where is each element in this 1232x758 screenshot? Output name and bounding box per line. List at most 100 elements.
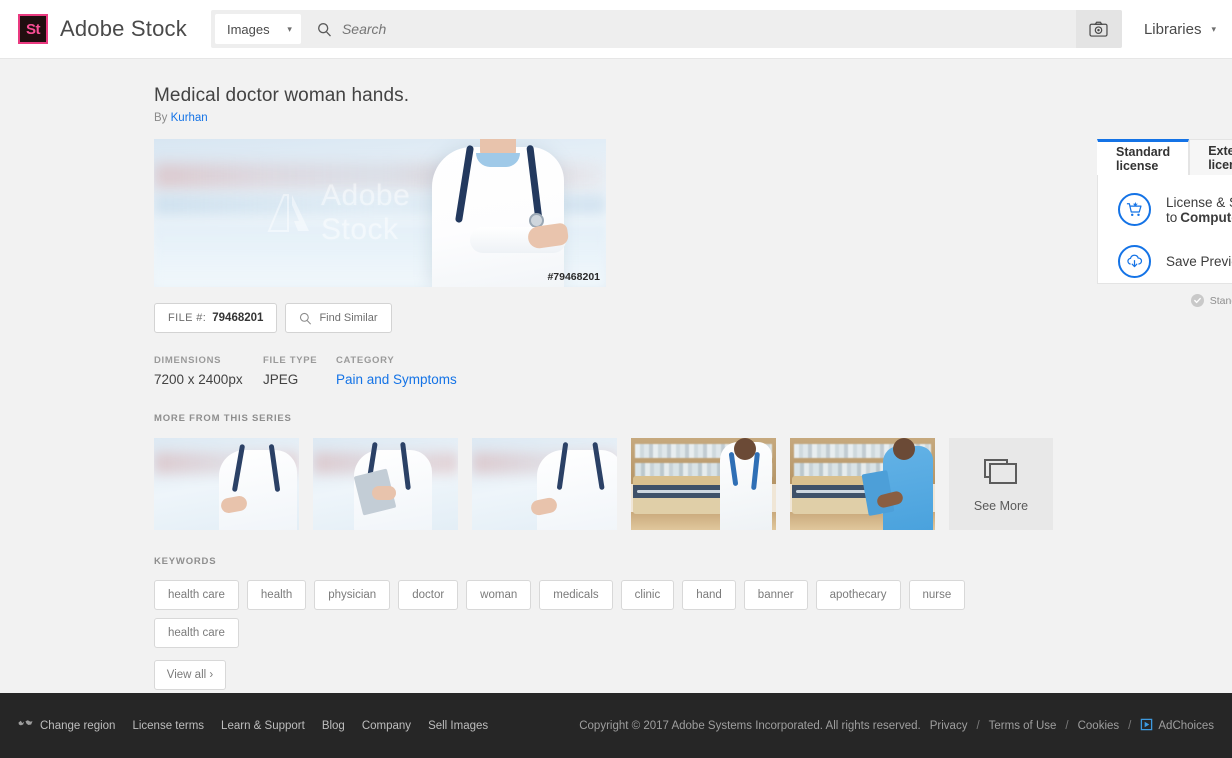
- metadata-value: 7200 x 2400px: [154, 372, 243, 387]
- page-content: Medical doctor woman hands. By Kurhan Ad…: [0, 85, 1232, 690]
- save-preview-text: Save Preview toComputer▾: [1166, 254, 1232, 269]
- stacked-windows-icon: [984, 455, 1018, 490]
- metadata-file-type: FILE TYPE JPEG: [263, 355, 336, 387]
- libraries-label: Libraries: [1143, 20, 1202, 38]
- view-all-keywords-button[interactable]: View all ›: [154, 660, 226, 690]
- keyword-chip[interactable]: health care: [154, 580, 239, 610]
- metadata-dimensions: DIMENSIONS 7200 x 2400px: [154, 355, 263, 387]
- license-note-text: Standard license: [1209, 294, 1232, 307]
- file-number-button[interactable]: FILE #: 79468201: [154, 303, 278, 333]
- cart-star-icon: [1118, 193, 1151, 226]
- keyword-chip[interactable]: clinic: [620, 580, 675, 610]
- metadata-label: DIMENSIONS: [154, 355, 222, 366]
- footer-link-blog[interactable]: Blog: [322, 720, 345, 732]
- save-preview-label: Save Preview to: [1166, 254, 1232, 269]
- category-link[interactable]: Pain and Symptoms: [336, 372, 457, 387]
- keyword-chip[interactable]: banner: [743, 580, 808, 610]
- footer-link-cookies[interactable]: Cookies: [1078, 720, 1120, 732]
- metadata-label: CATEGORY: [336, 355, 395, 366]
- series-thumbnail-1[interactable]: [154, 438, 299, 530]
- series-thumbnail-4[interactable]: [631, 438, 776, 530]
- camera-search-button[interactable]: [1075, 10, 1122, 48]
- cloud-download-icon: [1118, 245, 1151, 278]
- footer-link-sell-images[interactable]: Sell Images: [428, 720, 488, 732]
- footer-link-license-terms[interactable]: License terms: [132, 720, 204, 732]
- see-more-label: See More: [973, 499, 1029, 513]
- footer-link-company[interactable]: Company: [362, 720, 411, 732]
- license-note: Standard license | Learn more: [1097, 294, 1232, 307]
- search-input[interactable]: [331, 20, 1076, 38]
- separator: /: [976, 719, 980, 732]
- metadata-label: FILE TYPE: [263, 355, 318, 366]
- metadata-value: JPEG: [263, 372, 299, 387]
- search-type-select[interactable]: Images ▾: [214, 14, 301, 44]
- tab-label: Standard license: [1116, 144, 1171, 173]
- footer-link-label: Change region: [40, 719, 116, 732]
- tab-extended-license[interactable]: Extended license (US$79.99): [1189, 139, 1232, 175]
- footer-link-learn-support[interactable]: Learn & Support: [221, 720, 305, 732]
- byline: By Kurhan: [154, 112, 1232, 124]
- license-actions: License & Save toComputer▾ Save Preview …: [1097, 175, 1232, 284]
- logo[interactable]: St Adobe Stock: [18, 14, 187, 44]
- content-columns: Adobe Stock #79468201 FILE #: 79468201 F…: [154, 139, 1232, 690]
- keyword-chip[interactable]: nurse: [908, 580, 966, 610]
- tab-label: Extended license: [1208, 143, 1232, 172]
- save-preview-row[interactable]: Save Preview toComputer▾: [1118, 245, 1232, 278]
- footer-links: Change region License terms Learn & Supp…: [18, 719, 488, 732]
- asset-preview-image[interactable]: Adobe Stock #79468201: [154, 139, 606, 287]
- footer-link-adchoices[interactable]: AdChoices: [1140, 718, 1214, 734]
- footer-legal: Copyright © 2017 Adobe Systems Incorpora…: [579, 718, 1214, 734]
- license-and-save-row[interactable]: License & Save toComputer▾: [1118, 193, 1232, 226]
- adchoices-label: AdChoices: [1158, 719, 1214, 732]
- series-heading: MORE FROM THIS SERIES: [154, 413, 292, 424]
- preview-asset-number: #79468201: [547, 271, 600, 283]
- world-map-icon: [18, 719, 33, 732]
- keyword-chip[interactable]: health: [246, 580, 307, 610]
- search-icon: [299, 312, 312, 325]
- keyword-chip[interactable]: medicals: [539, 580, 613, 610]
- preview-doctor-figure: [402, 139, 572, 287]
- file-number-value: 79468201: [212, 312, 264, 324]
- search-icon: [317, 22, 332, 37]
- search-bar: Images ▾: [210, 10, 1122, 48]
- separator: /: [1128, 719, 1132, 732]
- libraries-menu[interactable]: Libraries ▾: [1144, 21, 1216, 38]
- keyword-chip[interactable]: apothecary: [815, 580, 901, 610]
- series-thumbnails: See More: [154, 438, 1053, 530]
- tab-standard-license[interactable]: Standard license: [1097, 139, 1190, 175]
- file-number-label: FILE #:: [168, 312, 207, 324]
- keyword-chip[interactable]: hand: [682, 580, 736, 610]
- footer-link-change-region[interactable]: Change region: [18, 719, 115, 732]
- asset-action-buttons: FILE #: 79468201 Find Similar: [154, 303, 1053, 333]
- keyword-chip[interactable]: physician: [314, 580, 391, 610]
- keywords-list: health care health physician doctor woma…: [154, 580, 1053, 648]
- logo-text: Adobe Stock: [60, 16, 187, 41]
- byline-prefix: By: [154, 112, 168, 124]
- adchoices-icon: [1140, 718, 1153, 734]
- find-similar-label: Find Similar: [319, 312, 378, 324]
- keyword-chip[interactable]: health care: [154, 618, 239, 648]
- site-header: St Adobe Stock Images ▾ Libraries ▾: [0, 0, 1232, 59]
- license-save-text: License & Save toComputer▾: [1166, 195, 1232, 225]
- license-tabs: Standard license Extended license (US$79…: [1097, 139, 1232, 175]
- adobe-stock-logo-icon: St: [18, 14, 48, 44]
- series-thumbnail-2[interactable]: [313, 438, 458, 530]
- license-save-target[interactable]: Computer: [1180, 210, 1232, 225]
- author-link[interactable]: Kurhan: [171, 112, 208, 124]
- find-similar-button[interactable]: Find Similar: [285, 303, 392, 333]
- footer-link-privacy[interactable]: Privacy: [930, 720, 968, 732]
- chevron-down-icon: ▾: [287, 23, 292, 34]
- series-thumbnail-3[interactable]: [472, 438, 617, 530]
- chevron-down-icon: ▾: [1211, 23, 1216, 34]
- keyword-chip[interactable]: doctor: [398, 580, 459, 610]
- keyword-chip[interactable]: woman: [466, 580, 532, 610]
- asset-metadata: DIMENSIONS 7200 x 2400px FILE TYPE JPEG …: [154, 355, 1053, 387]
- series-thumbnail-5[interactable]: [790, 438, 935, 530]
- see-more-tile[interactable]: See More: [949, 438, 1053, 530]
- footer-link-terms[interactable]: Terms of Use: [989, 720, 1057, 732]
- page-title: Medical doctor woman hands.: [154, 85, 410, 106]
- metadata-category: CATEGORY Pain and Symptoms: [336, 355, 457, 387]
- separator: /: [1065, 719, 1069, 732]
- site-footer: Change region License terms Learn & Supp…: [0, 693, 1232, 758]
- copyright-text: Copyright © 2017 Adobe Systems Incorpora…: [579, 719, 921, 732]
